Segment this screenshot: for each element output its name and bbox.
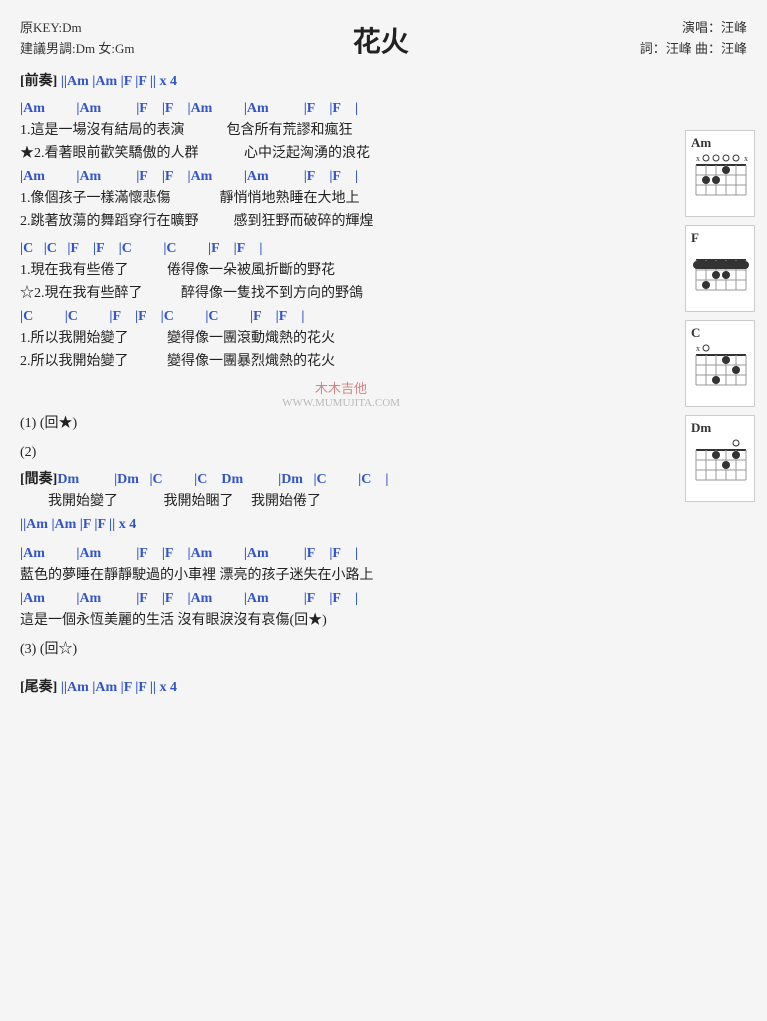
- chorus1-chord2: |C |C |F |F |C |C |F |F |: [20, 306, 662, 327]
- page: 原KEY:Dm 建議男調:Dm 女:Gm 花火 演唱：汪峰 詞：汪峰 曲：汪峰 …: [0, 0, 767, 1021]
- intro-section: [前奏] ||Am |Am |F |F || x 4: [20, 70, 662, 90]
- chord-f: F: [685, 225, 755, 312]
- verse1-chord2: |Am |Am |F |F |Am |Am |F |F |: [20, 166, 662, 187]
- chorus1-lyric2a: 1.所以我開始變了 變得像一團滾動熾熱的花火: [20, 328, 662, 349]
- interlude-lyric: 我開始變了 我開始睏了 我開始倦了: [20, 491, 662, 512]
- watermark: 木木吉他 WWW.MUMUJITA.COM: [20, 378, 662, 409]
- chord-dm: Dm: [685, 415, 755, 502]
- verse2-chord2: |Am |Am |F |F |Am |Am |F |F |: [20, 588, 662, 609]
- svg-text:x: x: [696, 154, 700, 163]
- chord-c-name: C: [691, 325, 749, 341]
- verse1-lyric2a: 1.像個孩子一樣滿懷悲傷 靜悄悄地熟睡在大地上: [20, 188, 662, 209]
- chord-f-name: F: [691, 230, 749, 246]
- verse2-lyric2: 這是一個永恆美麗的生活 沒有眼淚沒有哀傷(回★): [20, 610, 662, 631]
- writer-label: 詞：汪峰 曲：汪峰: [627, 39, 747, 60]
- chord-c: C x: [685, 320, 755, 407]
- chord-dm-diagram: [691, 438, 751, 493]
- outro-chords: ||Am |Am |F |F || x 4: [61, 680, 177, 695]
- interlude-section: [間奏]Dm |Dm |C |C Dm |Dm |C |C | 我開始變了 我開…: [20, 469, 662, 535]
- verse2-chord1: |Am |Am |F |F |Am |Am |F |F |: [20, 543, 662, 564]
- verse1-section: |Am |Am |F |F |Am |Am |F |F | 1.這是一場沒有結局…: [20, 98, 662, 232]
- marker2-section: (2): [20, 442, 662, 463]
- chord-am-diagram: x x: [691, 153, 751, 208]
- marker2: (2): [20, 442, 662, 463]
- chord-f-diagram: [691, 248, 751, 303]
- chord-c-diagram: x: [691, 343, 751, 398]
- verse2-lyric1: 藍色的夢睡在靜靜駛過的小車裡 漂亮的孩子迷失在小路上: [20, 565, 662, 586]
- content-area: [前奏] ||Am |Am |F |F || x 4 |Am |Am |F |F…: [20, 70, 662, 696]
- marker3: (3) (回☆): [20, 639, 662, 660]
- verse2-section: |Am |Am |F |F |Am |Am |F |F | 藍色的夢睡在靜靜駛過…: [20, 543, 662, 631]
- interlude-chord: [間奏]Dm |Dm |C |C Dm |Dm |C |C |: [20, 469, 662, 490]
- chord-dm-name: Dm: [691, 420, 749, 436]
- chord-am: Am x x: [685, 130, 755, 217]
- key-info: 原KEY:Dm 建議男調:Dm 女:Gm: [20, 18, 134, 60]
- chorus1-section: |C |C |F |F |C |C |F |F | 1.現在我有些倦了 倦得像一…: [20, 238, 662, 372]
- chord-diagrams: Am x x: [685, 130, 755, 502]
- header: 原KEY:Dm 建議男調:Dm 女:Gm 花火 演唱：汪峰 詞：汪峰 曲：汪峰: [20, 18, 747, 60]
- chorus1-lyric1a: 1.現在我有些倦了 倦得像一朵被風折斷的野花: [20, 260, 662, 281]
- intro-label: [前奏]: [20, 74, 57, 89]
- outro-label: [尾奏]: [20, 680, 57, 695]
- artist-label: 演唱：汪峰: [627, 18, 747, 39]
- interlude-label: [間奏]: [20, 472, 57, 487]
- outro-line: [尾奏] ||Am |Am |F |F || x 4: [20, 676, 662, 696]
- svg-text:x: x: [744, 154, 748, 163]
- svg-text:x: x: [696, 344, 700, 353]
- chorus1-lyric2b: 2.所以我開始變了 變得像一團暴烈熾熱的花火: [20, 351, 662, 372]
- chord-am-name: Am: [691, 135, 749, 151]
- chorus1-lyric1b: ☆2.現在我有些醉了 醉得像一隻找不到方向的野鴿: [20, 283, 662, 304]
- suggested-key: 建議男調:Dm 女:Gm: [20, 39, 134, 60]
- watermark-url: WWW.MUMUJITA.COM: [20, 397, 662, 409]
- marker3-section: (3) (回☆): [20, 639, 662, 660]
- marker1-section: (1) (回★): [20, 413, 662, 434]
- intro-line: [前奏] ||Am |Am |F |F || x 4: [20, 70, 662, 90]
- verse1-lyric2b: 2.跳著放蕩的舞蹈穿行在曠野 感到狂野而破碎的輝煌: [20, 211, 662, 232]
- intro-chords: ||Am |Am |F |F || x 4: [61, 74, 177, 89]
- verse1-lyric1b: ★2.看著眼前歡笑驕傲的人群 心中泛起洶湧的浪花: [20, 143, 662, 164]
- verse1-chord1: |Am |Am |F |F |Am |Am |F |F |: [20, 98, 662, 119]
- artist-info: 演唱：汪峰 詞：汪峰 曲：汪峰: [627, 18, 747, 60]
- outro-section: [尾奏] ||Am |Am |F |F || x 4: [20, 676, 662, 696]
- chorus1-chord1: |C |C |F |F |C |C |F |F |: [20, 238, 662, 259]
- watermark-text: 木木吉他: [20, 378, 662, 397]
- marker1: (1) (回★): [20, 413, 662, 434]
- original-key: 原KEY:Dm: [20, 18, 134, 39]
- song-title: 花火: [134, 20, 627, 60]
- verse1-lyric1a: 1.這是一場沒有結局的表演 包含所有荒謬和瘋狂: [20, 120, 662, 141]
- interlude-chords2: ||Am |Am |F |F || x 4: [20, 514, 662, 535]
